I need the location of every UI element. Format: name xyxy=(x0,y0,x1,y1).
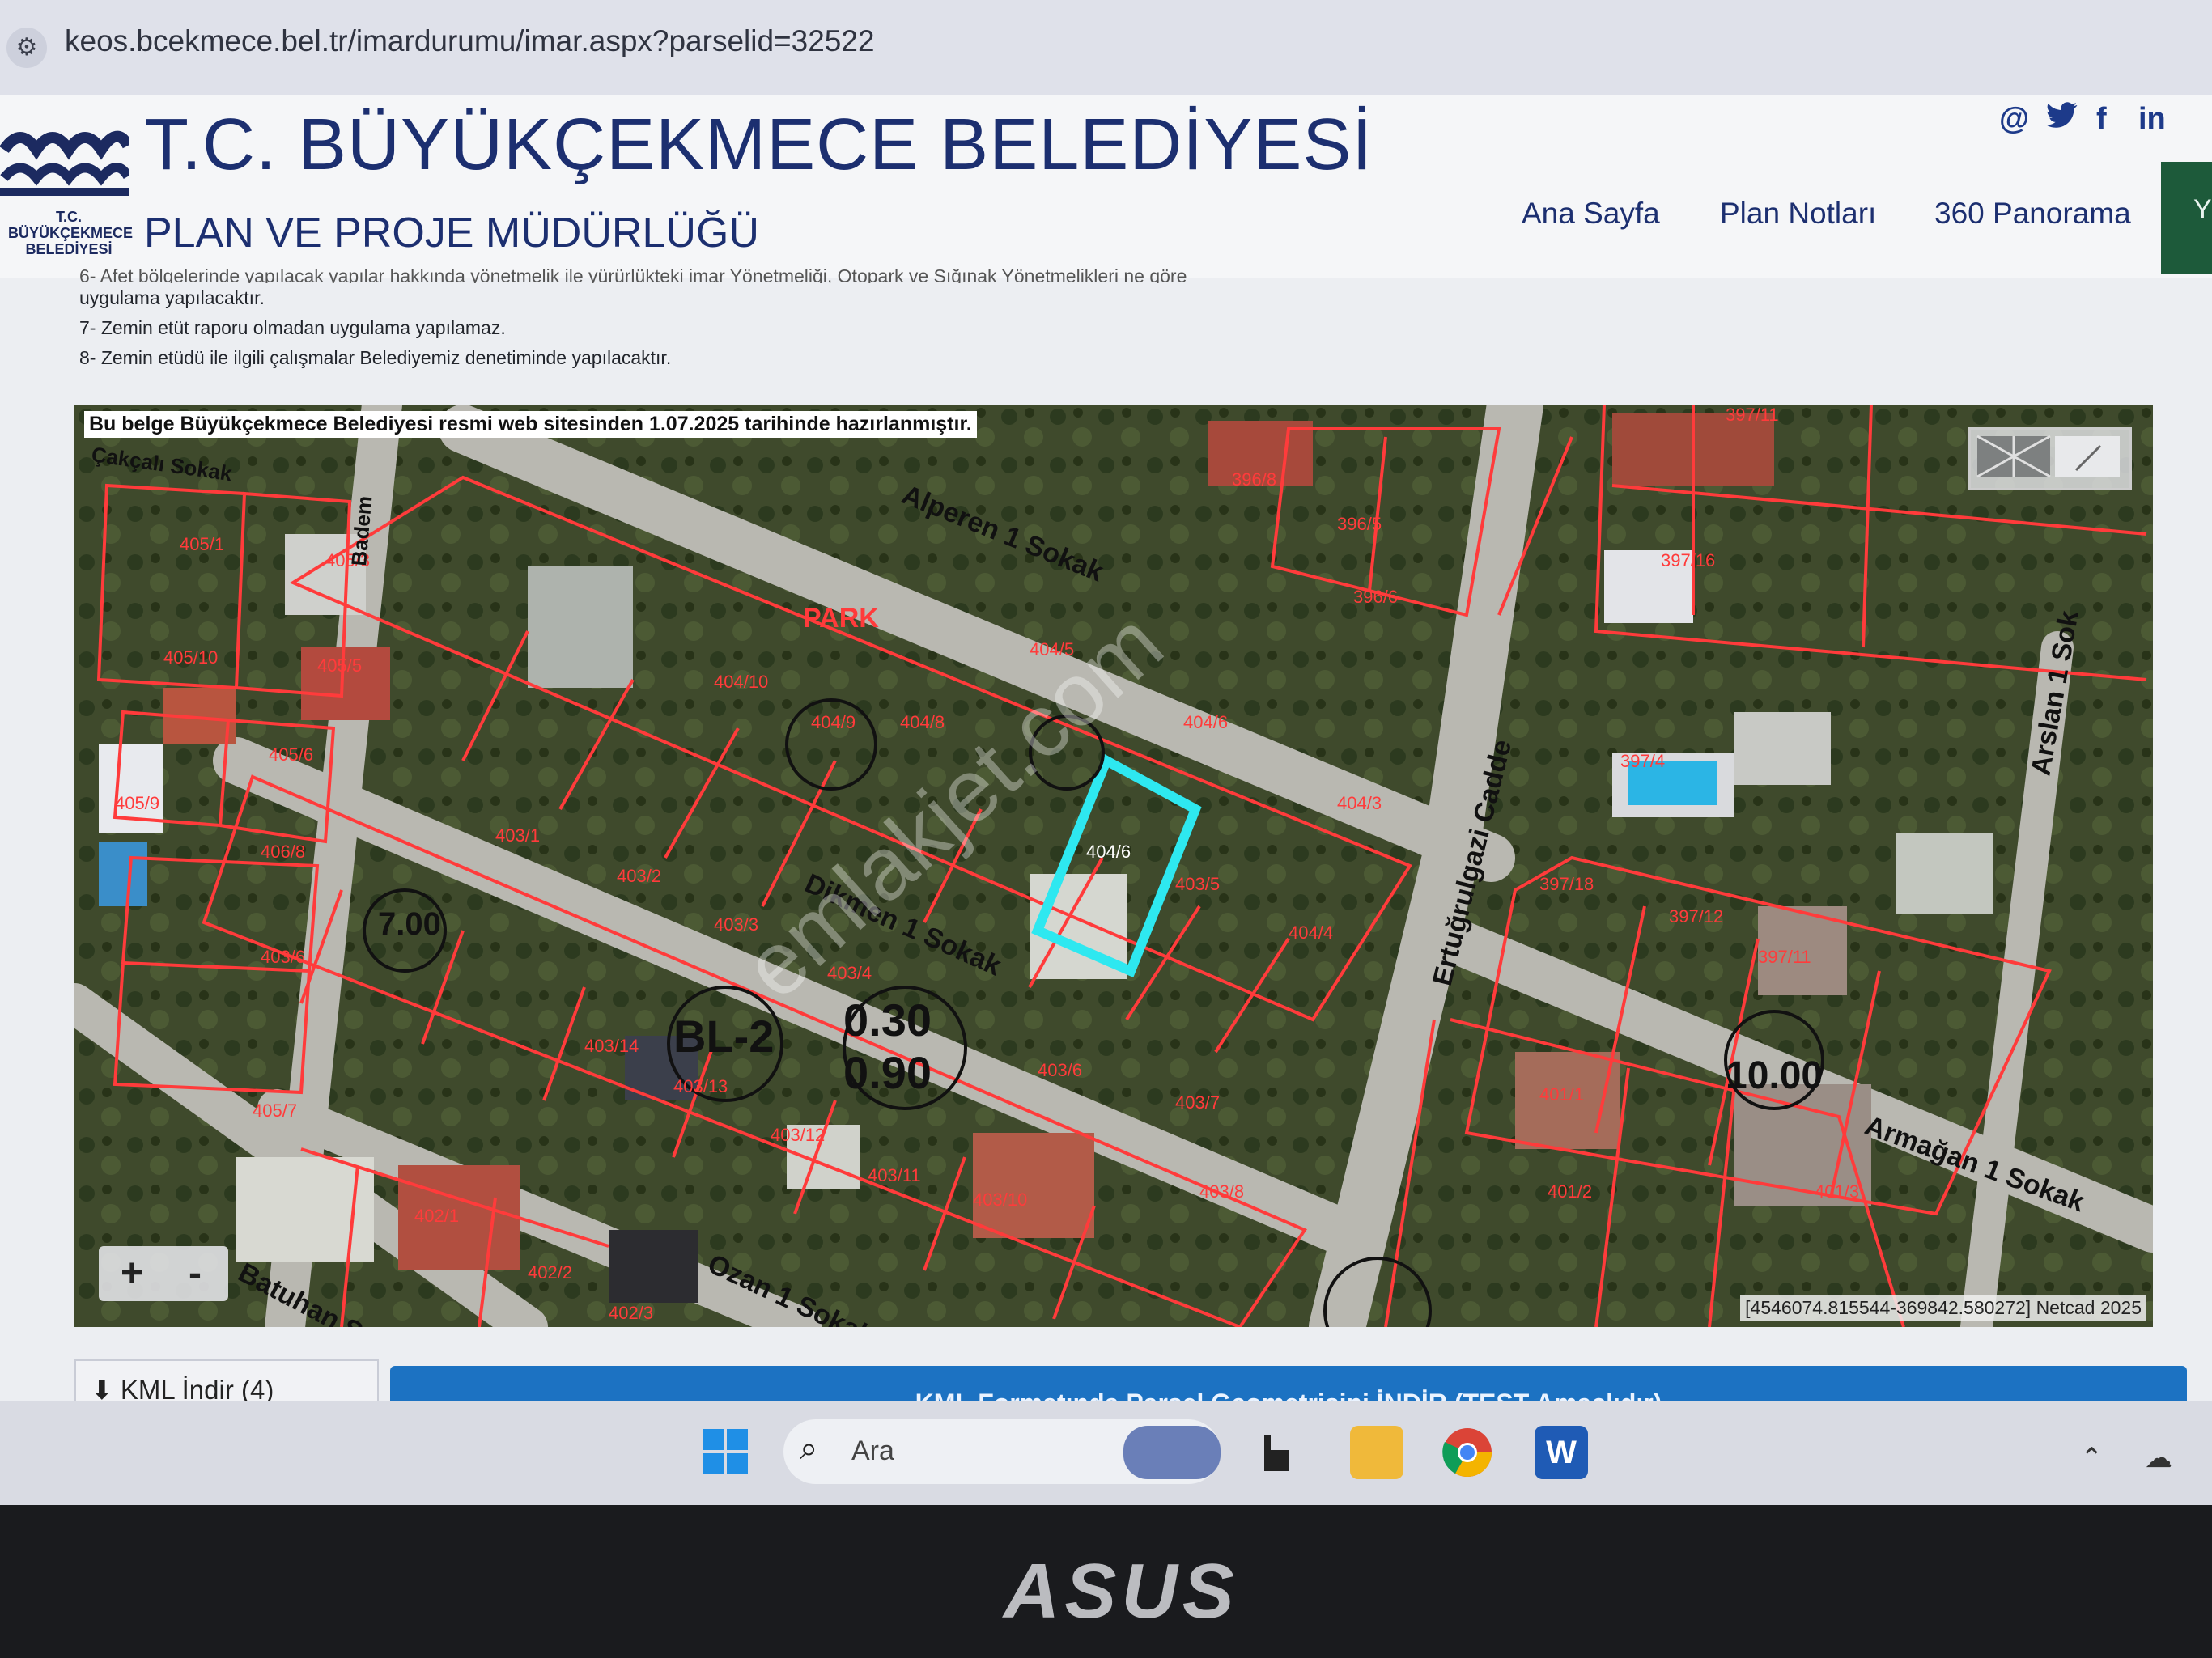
svg-text:401/1: 401/1 xyxy=(1539,1084,1584,1105)
svg-text:403/12: 403/12 xyxy=(771,1125,825,1145)
email-icon[interactable]: @ xyxy=(1999,102,2029,137)
address-bar[interactable]: ⚙ keos.bcekmece.bel.tr/imardurumu/imar.a… xyxy=(0,0,2212,97)
svg-text:396/6: 396/6 xyxy=(1353,587,1398,607)
svg-text:401/3: 401/3 xyxy=(1815,1181,1859,1202)
svg-text:401/2: 401/2 xyxy=(1548,1181,1592,1202)
svg-text:405/7: 405/7 xyxy=(253,1100,297,1121)
svg-text:0.30: 0.30 xyxy=(843,994,932,1045)
svg-text:396/8: 396/8 xyxy=(1232,469,1276,490)
svg-text:403/13: 403/13 xyxy=(673,1076,728,1096)
svg-text:0.90: 0.90 xyxy=(843,1047,932,1098)
svg-text:403/1: 403/1 xyxy=(495,825,540,846)
svg-text:396/5: 396/5 xyxy=(1337,514,1382,534)
svg-text:397/4: 397/4 xyxy=(1620,751,1665,771)
search-icon: ⌕ xyxy=(800,1431,818,1466)
nav-plan-notes[interactable]: Plan Notları xyxy=(1720,197,1876,231)
site-title: T.C. BÜYÜKÇEKMECE BELEDİYESİ xyxy=(144,104,1373,185)
svg-text:397/18: 397/18 xyxy=(1539,874,1594,894)
laptop-brand: ASUS xyxy=(1004,1548,1239,1635)
nav-more[interactable]: Y xyxy=(2161,162,2212,274)
widget-icon[interactable] xyxy=(1123,1426,1221,1479)
facebook-icon[interactable]: f xyxy=(2096,102,2107,137)
chrome-icon[interactable] xyxy=(1441,1426,1494,1479)
note-line-cut: 6- Afet bölgelerinde yapılacak yapılar h… xyxy=(79,269,1187,283)
svg-text:10.00: 10.00 xyxy=(1726,1054,1823,1097)
svg-text:403/6: 403/6 xyxy=(261,947,305,967)
screen: ⚙ keos.bcekmece.bel.tr/imardurumu/imar.a… xyxy=(0,0,2212,1505)
svg-text:403/6: 403/6 xyxy=(1038,1060,1082,1080)
svg-text:404/9: 404/9 xyxy=(811,712,856,732)
site-settings-icon[interactable]: ⚙ xyxy=(6,28,47,68)
note-line: 8- Zemin etüdü ile ilgili çalışmalar Bel… xyxy=(79,347,672,368)
plan-notes: 6- Afet bölgelerinde yapılacak yapılar h… xyxy=(79,269,1334,373)
zoom-in-button[interactable]: + xyxy=(104,1248,160,1300)
word-icon[interactable]: W xyxy=(1535,1426,1588,1479)
map-imagery[interactable]: 404/6 404/5 404/8 404/9 404/10 404/6 404… xyxy=(74,405,2153,1327)
svg-text:404/3: 404/3 xyxy=(1337,793,1382,813)
twitter-icon[interactable] xyxy=(2046,102,2078,139)
svg-text:397/16: 397/16 xyxy=(1661,550,1715,570)
svg-text:403/14: 403/14 xyxy=(584,1036,639,1056)
svg-text:397/11: 397/11 xyxy=(1726,405,1779,425)
search-placeholder: Ara xyxy=(851,1435,894,1466)
task-view-icon[interactable] xyxy=(1253,1426,1306,1479)
svg-text:403/8: 403/8 xyxy=(1199,1181,1244,1202)
svg-text:404/4: 404/4 xyxy=(1289,922,1333,943)
svg-text:PARK: PARK xyxy=(803,603,879,634)
svg-text:405/9: 405/9 xyxy=(115,793,159,813)
note-line: 7- Zemin etüt raporu olmadan uygulama ya… xyxy=(79,317,506,338)
svg-text:397/12: 397/12 xyxy=(1669,906,1723,927)
svg-text:403/10: 403/10 xyxy=(973,1189,1027,1210)
site-subtitle: PLAN VE PROJE MÜDÜRLÜĞÜ xyxy=(144,210,759,257)
logo-caption: T.C. BÜYÜKÇEKMECE BELEDİYESİ xyxy=(8,209,134,257)
layer-switch-button[interactable] xyxy=(1968,427,2132,490)
zoom-out-button[interactable]: - xyxy=(167,1248,223,1300)
svg-text:404/6: 404/6 xyxy=(1183,712,1228,732)
nav-360-panorama[interactable]: 360 Panorama xyxy=(1934,197,2131,231)
nav-home[interactable]: Ana Sayfa xyxy=(1522,197,1660,231)
map-banner: Bu belge Büyükçekmece Belediyesi resmi w… xyxy=(84,411,977,438)
windows-start-icon[interactable] xyxy=(701,1427,749,1476)
svg-text:403/7: 403/7 xyxy=(1175,1092,1220,1113)
svg-text:BL-2: BL-2 xyxy=(673,1011,774,1062)
layers-icon xyxy=(1976,435,2120,478)
svg-text:406/8: 406/8 xyxy=(261,842,305,862)
svg-text:397/11: 397/11 xyxy=(1758,947,1811,967)
svg-text:405/5: 405/5 xyxy=(317,655,362,676)
svg-text:402/1: 402/1 xyxy=(414,1206,459,1226)
parcel-map[interactable]: 404/6 404/5 404/8 404/9 404/10 404/6 404… xyxy=(74,405,2153,1327)
svg-text:402/3: 402/3 xyxy=(609,1303,653,1323)
file-explorer-icon[interactable] xyxy=(1350,1426,1403,1479)
map-coordinates: [4546074.815544-369842.580272] Netcad 20… xyxy=(1740,1295,2146,1321)
svg-text:403/2: 403/2 xyxy=(617,866,661,886)
onedrive-icon[interactable]: ☁ xyxy=(2145,1442,2172,1474)
svg-text:405/1: 405/1 xyxy=(180,534,224,554)
svg-text:405/10: 405/10 xyxy=(163,647,218,668)
url-text[interactable]: keos.bcekmece.bel.tr/imardurumu/imar.asp… xyxy=(65,24,875,58)
svg-text:404/10: 404/10 xyxy=(714,672,768,692)
note-line: uygulama yapılacaktır. xyxy=(79,287,265,308)
svg-text:404/8: 404/8 xyxy=(900,712,945,732)
svg-text:402/2: 402/2 xyxy=(528,1262,572,1283)
svg-text:403/5: 403/5 xyxy=(1175,874,1220,894)
svg-text:403/11: 403/11 xyxy=(868,1165,921,1185)
svg-text:405/6: 405/6 xyxy=(269,744,313,765)
zoom-controls: + - xyxy=(99,1246,228,1301)
svg-text:7.00: 7.00 xyxy=(378,906,441,942)
parcel-label: 404/6 xyxy=(1086,842,1131,862)
linkedin-icon[interactable]: in xyxy=(2138,102,2166,137)
tray-chevron-icon[interactable]: ⌃ xyxy=(2080,1442,2104,1474)
